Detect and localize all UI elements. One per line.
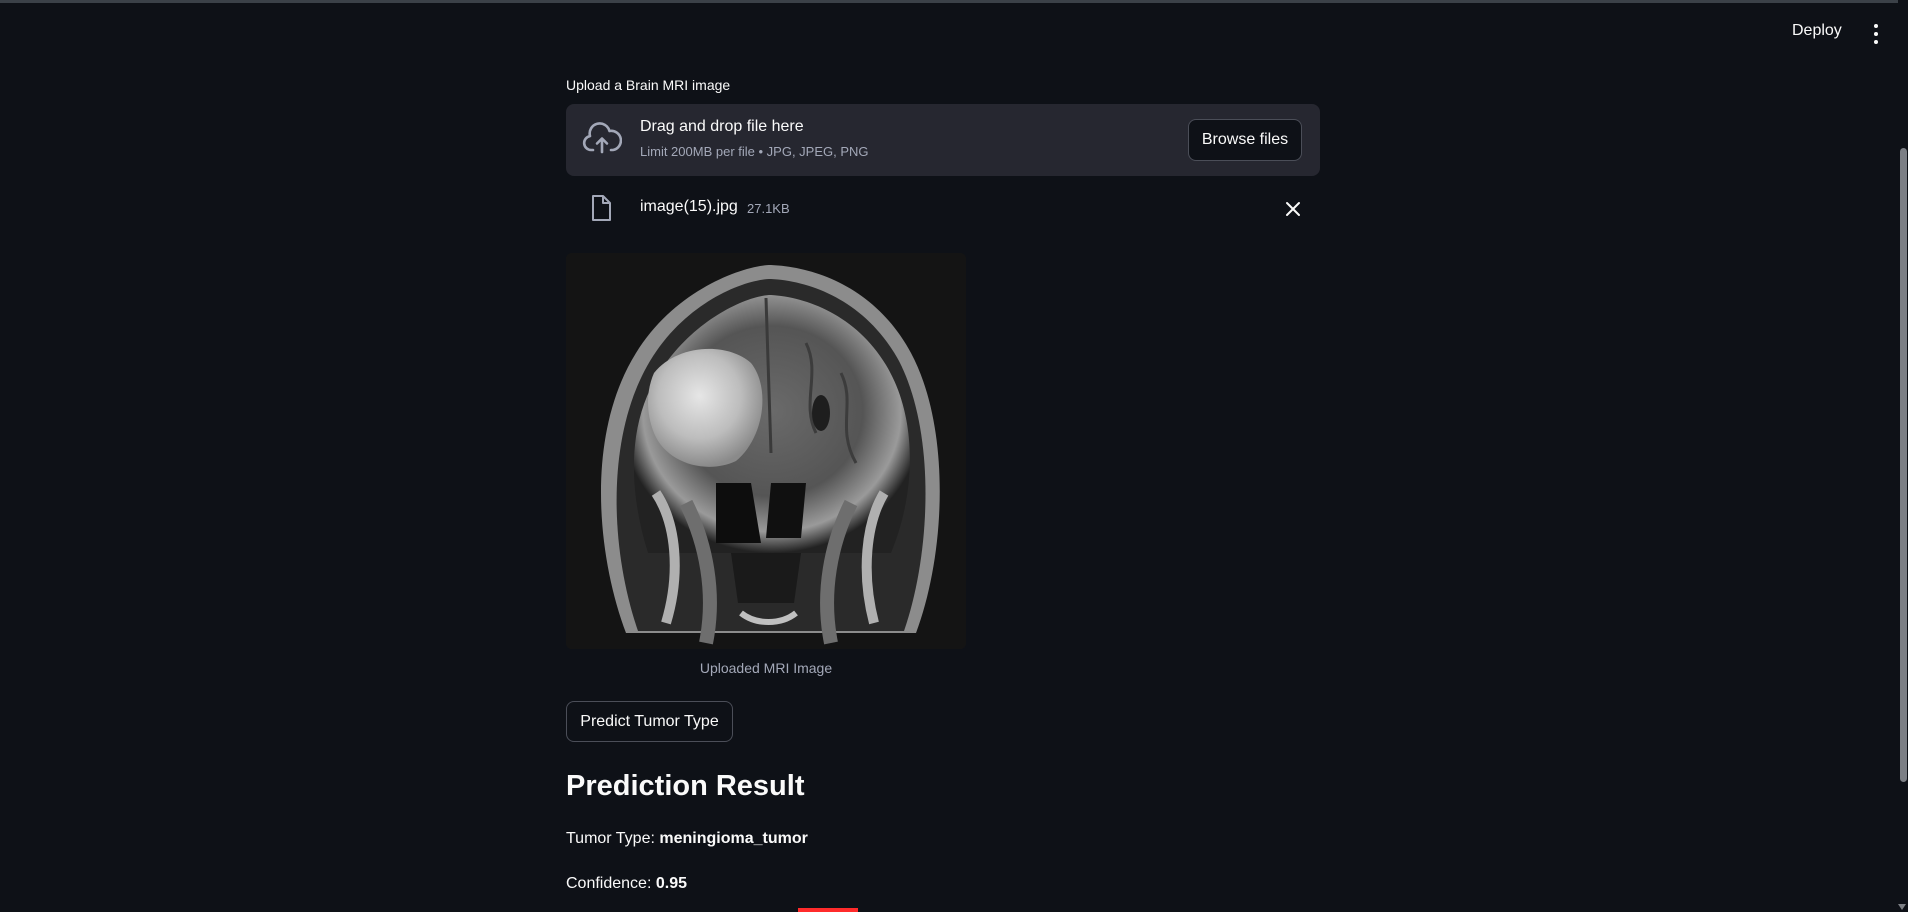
uploaded-file-row: image(15).jpg 27.1KB bbox=[566, 190, 1320, 230]
mri-image bbox=[566, 253, 966, 649]
dropzone-limit: Limit 200MB per file • JPG, JPEG, PNG bbox=[640, 144, 869, 159]
top-border bbox=[0, 0, 1908, 3]
deploy-button[interactable]: Deploy bbox=[1792, 22, 1842, 40]
scroll-down-arrow-icon[interactable] bbox=[1898, 904, 1906, 910]
confidence-line: Confidence: 0.95 bbox=[566, 875, 687, 893]
cloud-upload-icon bbox=[582, 122, 622, 154]
prediction-result-heading: Prediction Result bbox=[566, 770, 805, 802]
scrollbar[interactable] bbox=[1898, 0, 1908, 912]
tumor-type-label: Tumor Type: bbox=[566, 830, 655, 847]
file-size: 27.1KB bbox=[747, 201, 790, 216]
uploader-label: Upload a Brain MRI image bbox=[566, 77, 731, 93]
predict-tumor-type-button[interactable]: Predict Tumor Type bbox=[566, 701, 733, 742]
confidence-label: Confidence: bbox=[566, 875, 652, 892]
kebab-menu-icon[interactable] bbox=[1870, 24, 1882, 44]
dropzone-title: Drag and drop file here bbox=[640, 118, 804, 135]
file-name: image(15).jpg bbox=[640, 198, 738, 215]
scrollbar-thumb[interactable] bbox=[1900, 148, 1907, 782]
file-icon bbox=[592, 195, 611, 221]
tumor-type-line: Tumor Type: meningioma_tumor bbox=[566, 830, 808, 848]
status-bar-partial bbox=[798, 908, 858, 912]
browse-files-button[interactable]: Browse files bbox=[1188, 119, 1302, 161]
tumor-type-value: meningioma_tumor bbox=[659, 830, 808, 847]
close-icon[interactable] bbox=[1284, 200, 1302, 218]
image-caption: Uploaded MRI Image bbox=[699, 660, 833, 676]
file-dropzone[interactable]: Drag and drop file here Limit 200MB per … bbox=[566, 104, 1320, 176]
confidence-value: 0.95 bbox=[655, 875, 687, 892]
